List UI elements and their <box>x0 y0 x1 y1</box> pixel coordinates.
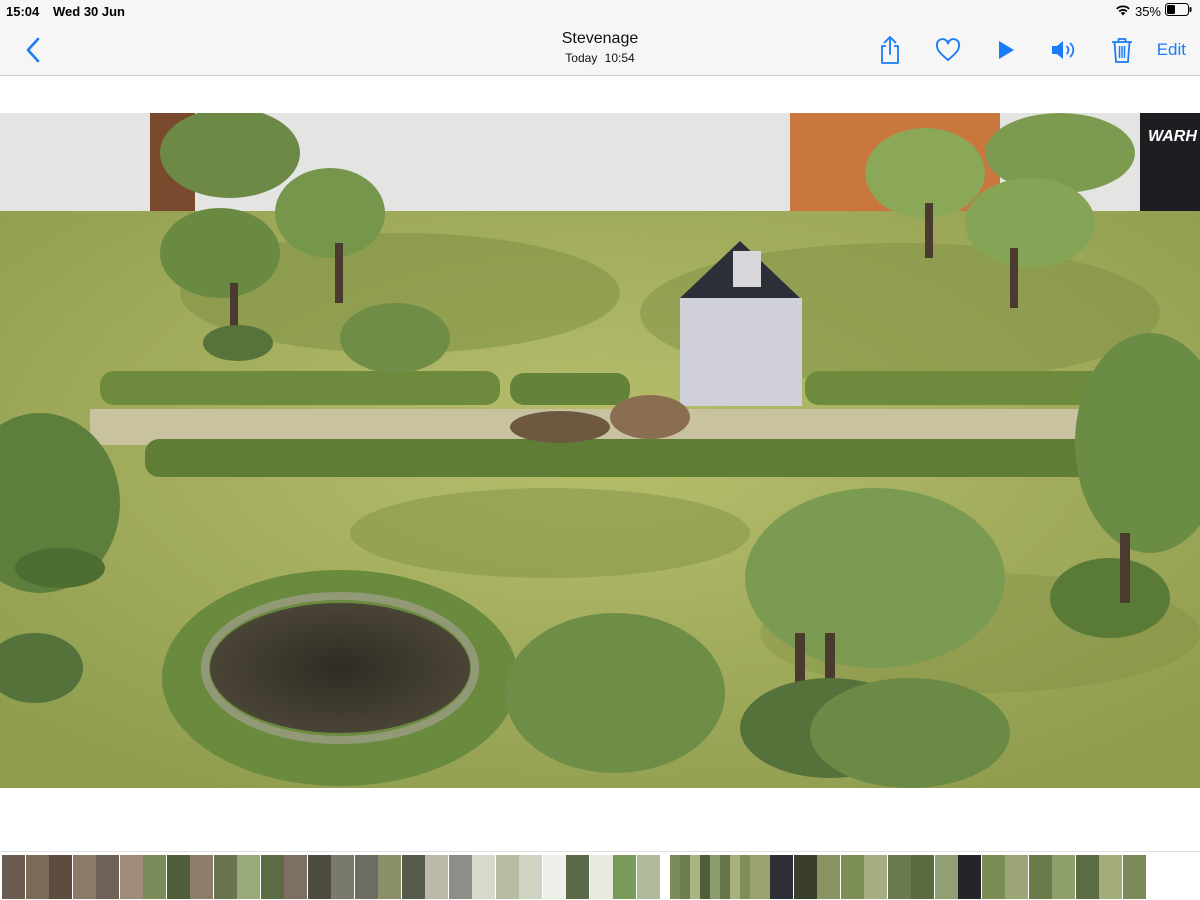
thumbnail-image[interactable] <box>613 855 636 899</box>
thumbnail-image[interactable] <box>1099 855 1122 899</box>
sound-button[interactable] <box>1035 34 1093 66</box>
status-right: 35% <box>1115 3 1192 19</box>
toolbar: Edit <box>861 34 1186 66</box>
thumbnail-image[interactable] <box>1052 855 1075 899</box>
photo-subtitle: Today 10:54 <box>450 51 750 65</box>
thumbnail-image[interactable] <box>166 855 190 899</box>
speaker-icon <box>1051 41 1074 59</box>
thumbnail-image[interactable] <box>472 855 495 899</box>
thumbnail-image[interactable] <box>448 855 472 899</box>
photo-day: Today <box>565 51 598 65</box>
thumbnail-image[interactable] <box>260 855 284 899</box>
photo-image[interactable]: WARH <box>0 113 1200 788</box>
heart-icon <box>935 38 960 61</box>
thumbnail-strip[interactable] <box>0 851 1200 900</box>
play-button[interactable] <box>977 34 1035 66</box>
thumbnail-image[interactable] <box>378 855 401 899</box>
thumbnail-image[interactable] <box>1028 855 1052 899</box>
thumbnail-image[interactable] <box>72 855 96 899</box>
thumbnail-image[interactable] <box>354 855 378 899</box>
thumbnail-image[interactable] <box>636 855 660 899</box>
thumbnail-image[interactable] <box>981 855 1005 899</box>
back-chevron-icon <box>26 37 40 63</box>
thumbnail-image[interactable] <box>237 855 260 899</box>
thumbnail-image[interactable] <box>307 855 331 899</box>
edit-button[interactable]: Edit <box>1151 40 1186 60</box>
thumbnail-image[interactable] <box>817 855 840 899</box>
thumbnail-image[interactable] <box>96 855 119 899</box>
status-date: Wed 30 Jun <box>53 4 126 19</box>
thumbnail-image[interactable] <box>770 855 793 899</box>
status-time: 15:04 <box>6 4 40 19</box>
wifi-icon <box>1115 3 1131 19</box>
nav-bar: Stevenage Today 10:54 Edit <box>0 24 1200 76</box>
thumbnail-image[interactable] <box>495 855 519 899</box>
thumbnail-image[interactable] <box>1122 855 1146 899</box>
thumbnail-image[interactable] <box>958 855 981 899</box>
thumbnail-image[interactable] <box>1005 855 1028 899</box>
share-icon <box>880 36 899 64</box>
thumbnail-image[interactable] <box>425 855 448 899</box>
thumbnail-image[interactable] <box>213 855 237 899</box>
thumbnail-image[interactable] <box>542 855 566 899</box>
status-bar: 15:04 Wed 30 Jun 35% <box>0 0 1200 24</box>
thumbnail-image[interactable] <box>887 855 911 899</box>
thumbnail-image[interactable] <box>840 855 864 899</box>
photo-title-block: Stevenage Today 10:54 <box>450 30 750 65</box>
thumbnail-image[interactable] <box>331 855 354 899</box>
thumbnail-image[interactable] <box>911 855 934 899</box>
thumbnail-image[interactable] <box>49 855 72 899</box>
thumbnail-image[interactable] <box>1075 855 1099 899</box>
thumbnail-image[interactable] <box>190 855 213 899</box>
thumbnail-image[interactable] <box>934 855 958 899</box>
warhammer-sign-text: WARH <box>1148 128 1197 145</box>
favorite-button[interactable] <box>919 34 977 66</box>
share-button[interactable] <box>861 34 919 66</box>
thumbnail-image[interactable] <box>119 855 143 899</box>
thumbnail-image[interactable] <box>864 855 887 899</box>
thumbnail-image[interactable] <box>143 855 166 899</box>
thumbnail-image[interactable] <box>589 855 613 899</box>
back-button[interactable] <box>22 36 46 64</box>
delete-button[interactable] <box>1093 34 1151 66</box>
thumbnail-image[interactable] <box>2 855 25 899</box>
photo-time: 10:54 <box>604 51 635 65</box>
thumbnail-image[interactable] <box>401 855 425 899</box>
battery-percentage: 35% <box>1134 3 1161 19</box>
trash-icon <box>1111 38 1132 63</box>
thumbnail-image[interactable] <box>566 855 589 899</box>
thumbnail-image[interactable] <box>519 855 542 899</box>
thumbnail-image[interactable] <box>25 855 49 899</box>
thumbnail-image[interactable] <box>284 855 307 899</box>
battery-icon <box>1165 3 1192 19</box>
play-icon <box>998 41 1014 59</box>
photo-title: Stevenage <box>561 30 639 47</box>
thumbnail-image[interactable] <box>793 855 817 899</box>
